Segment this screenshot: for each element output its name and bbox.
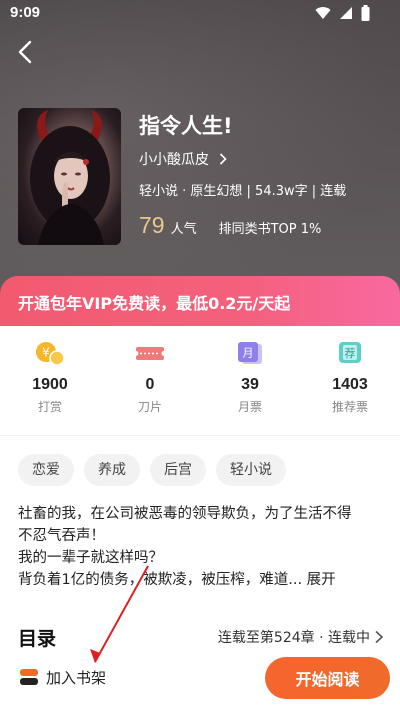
popularity-value: 79 — [139, 212, 165, 238]
divider — [0, 435, 400, 436]
coin-icon: ¥ — [34, 340, 66, 366]
synopsis: 社畜的我，在公司被恶毒的领导欺负，为了生活不得 不忍气吞声！ 我的一辈子就这样吗… — [18, 503, 384, 591]
cover-illustration — [30, 110, 110, 245]
start-reading-button[interactable]: 开始阅读 — [265, 657, 390, 699]
stat-tip[interactable]: ¥ 1900 打赏 — [0, 340, 100, 420]
stat-value: 1403 — [332, 376, 368, 393]
stat-value: 39 — [241, 376, 259, 393]
status-bar: 9:09 — [0, 0, 400, 28]
back-button[interactable] — [12, 38, 40, 66]
stat-recommend-ticket[interactable]: 荐 1403 推荐票 — [300, 340, 400, 420]
expand-link[interactable]: 展开 — [307, 572, 336, 588]
bookshelf-icon — [20, 669, 38, 685]
blade-icon — [134, 340, 166, 366]
svg-text:月: 月 — [243, 347, 254, 360]
bookshelf-label: 加入书架 — [46, 668, 107, 687]
tag-list: 恋爱 养成 后宫 轻小说 — [18, 454, 286, 486]
monthly-ticket-icon: 月 — [234, 340, 266, 366]
status-time: 9:09 — [10, 4, 41, 21]
battery-icon — [361, 5, 370, 21]
tag-chip[interactable]: 轻小说 — [216, 454, 286, 486]
synopsis-line: 不忍气吞声！ — [18, 528, 105, 544]
synopsis-last-line: 背负着1亿的债务，被欺凌，被压榨，难道... 展开 — [18, 569, 384, 591]
book-title: 指令人生! — [139, 114, 233, 138]
toc-link[interactable]: 连载至第524章 · 连载中 — [218, 627, 384, 647]
vip-banner-text: 开通包年VIP免费读，最低0.2元/天起 — [18, 294, 291, 313]
svg-text:荐: 荐 — [345, 347, 356, 360]
stat-label: 刀片 — [137, 400, 162, 414]
toc-status: 连载至第524章 · 连载中 — [217, 630, 370, 646]
book-cover[interactable] — [18, 108, 121, 245]
tag-chip[interactable]: 养成 — [84, 454, 140, 486]
back-arrow-icon — [18, 40, 32, 64]
book-meta: 轻小说 · 原生幻想 | 54.3w字 | 连载 — [139, 184, 347, 199]
stat-monthly-ticket[interactable]: 月 39 月票 — [200, 340, 300, 420]
synopsis-line: 社畜的我，在公司被恶毒的领导欺负，为了生活不得 — [18, 506, 352, 522]
stat-blade[interactable]: 0 刀片 — [100, 340, 200, 420]
bottom-bar: 加入书架 开始阅读 — [0, 654, 400, 711]
rank-text: 排同类书TOP 1% — [218, 222, 322, 237]
author-link[interactable]: 小小酸瓜皮 — [139, 149, 227, 169]
recommend-ticket-icon: 荐 — [334, 340, 366, 366]
synopsis-line: 我的一辈子就这样吗？ — [18, 550, 163, 566]
toc-title: 目录 — [18, 628, 57, 650]
stat-label: 推荐票 — [331, 400, 368, 414]
stat-value: 0 — [145, 376, 155, 393]
wifi-icon — [315, 7, 331, 20]
popularity-row: 79 人气 排同类书TOP 1% — [139, 212, 321, 239]
stat-label: 打赏 — [37, 400, 62, 414]
svg-text:¥: ¥ — [42, 346, 50, 360]
synopsis-line: 背负着1亿的债务，被欺凌，被压榨，难道... — [18, 572, 307, 588]
chevron-right-icon — [375, 630, 384, 644]
stat-value: 1900 — [32, 376, 68, 393]
tag-chip[interactable]: 恋爱 — [18, 454, 74, 486]
signal-icon — [340, 7, 352, 19]
tag-chip[interactable]: 后宫 — [150, 454, 206, 486]
stat-label: 月票 — [237, 400, 262, 414]
vip-banner[interactable]: 开通包年VIP免费读，最低0.2元/天起 — [0, 276, 400, 326]
chevron-right-icon — [219, 153, 227, 165]
add-to-bookshelf-button[interactable]: 加入书架 — [18, 666, 106, 688]
popularity-label: 人气 — [170, 222, 197, 237]
stats-row: ¥ 1900 打赏 0 刀片 月 39 月票 荐 1403 推荐票 — [0, 340, 400, 420]
author-name: 小小酸瓜皮 — [139, 152, 209, 168]
